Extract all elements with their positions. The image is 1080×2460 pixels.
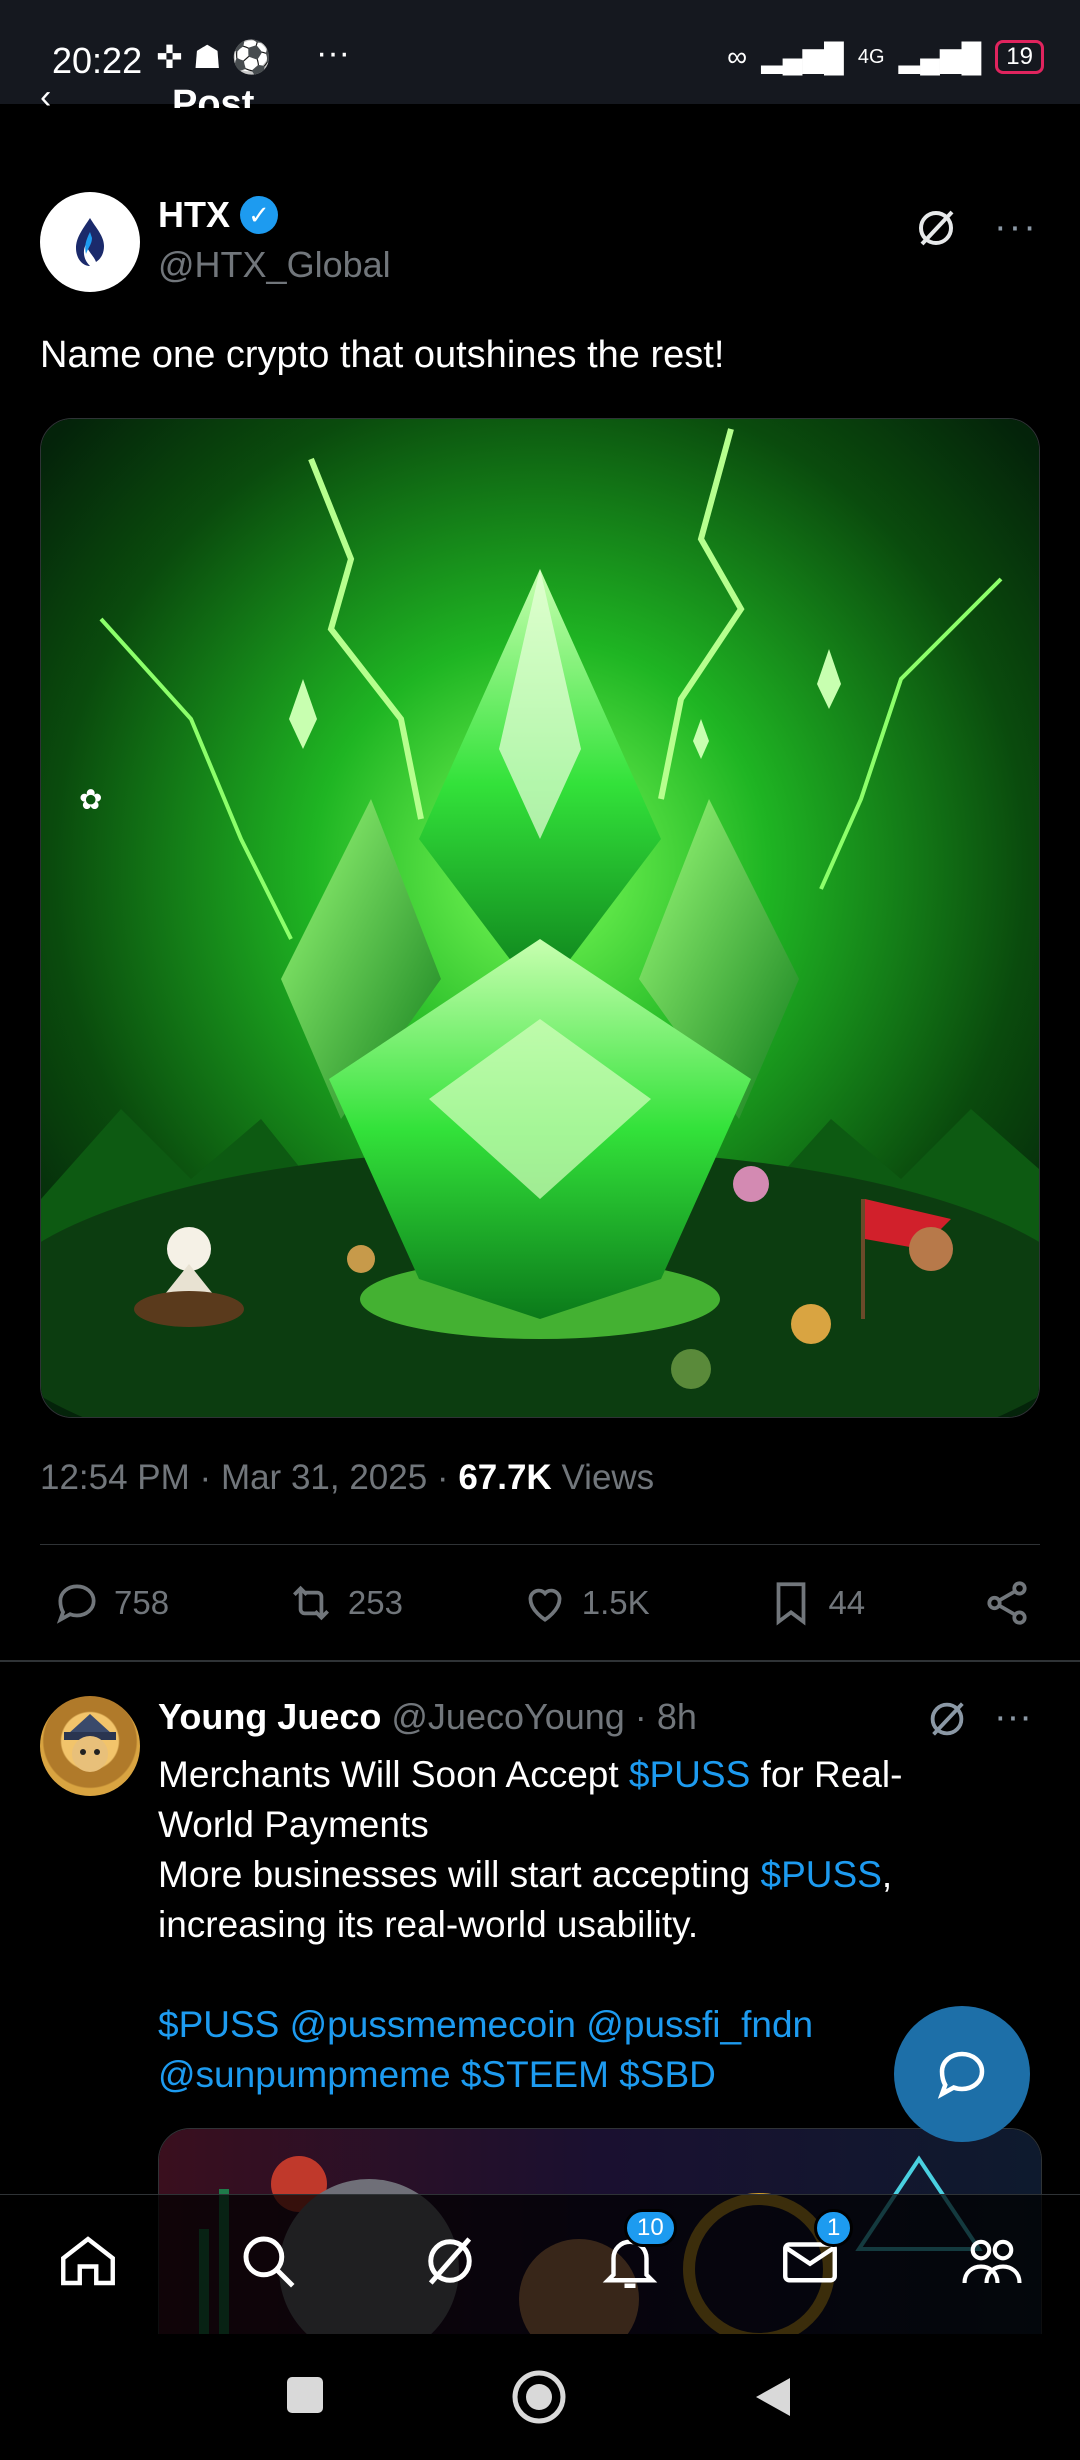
cashtag-link[interactable]: $STEEM xyxy=(461,2054,609,2095)
game-icon: ✜ xyxy=(156,39,193,75)
status-time: 20:22 xyxy=(52,40,143,81)
search-icon xyxy=(243,2236,295,2288)
compose-reply-button[interactable] xyxy=(894,2006,1030,2142)
mention-link[interactable]: @pussfi_fndn xyxy=(586,2004,813,2045)
cashtag-link[interactable]: $PUSS xyxy=(761,1854,882,1895)
reply-text: Merchants Will Soon Accept $PUSS for Rea… xyxy=(158,1750,998,2100)
heart-icon xyxy=(528,1588,562,1622)
battery-indicator: 19 xyxy=(995,40,1044,74)
bottom-navigation: 10 1 xyxy=(0,2194,1080,2335)
cashtag-link[interactable]: $PUSS xyxy=(629,1754,750,1795)
back-system-button[interactable] xyxy=(752,2374,794,2425)
divider xyxy=(0,1660,1080,1662)
avatar[interactable] xyxy=(40,192,140,292)
repost-icon xyxy=(292,1585,329,1621)
mention-link[interactable]: @pussmemecoin xyxy=(290,2004,576,2045)
repost-button[interactable]: 253 xyxy=(286,1578,403,1628)
grok-icon[interactable] xyxy=(912,204,960,252)
views-count: 67.7K xyxy=(458,1458,552,1497)
reply-author-handle[interactable]: @JuecoYoung xyxy=(391,1696,624,1737)
action-bar: 758 253 1.5K 44 xyxy=(52,1576,1032,1630)
meta-separator: · xyxy=(199,1458,212,1497)
square-icon xyxy=(287,2377,323,2413)
nav-messages[interactable]: 1 xyxy=(774,2209,854,2297)
status-right: ∞ ▂▄▆█ 4G ▂▄▆█ 19 xyxy=(727,40,1044,74)
reply-author-name[interactable]: Young Jueco xyxy=(158,1696,381,1737)
like-button[interactable]: 1.5K xyxy=(520,1578,650,1628)
system-navigation xyxy=(0,2334,1080,2460)
grok-icon xyxy=(428,2237,472,2285)
status-notification-icons: ✜☗⚽ xyxy=(156,38,281,76)
reply-button[interactable]: 758 xyxy=(52,1578,169,1628)
bookmark-button[interactable]: 44 xyxy=(766,1578,865,1628)
reply-header: Young Jueco @JuecoYoung · 8h xyxy=(158,1696,697,1738)
grok-icon[interactable] xyxy=(924,1696,970,1742)
reply-text-part: More businesses will start accepting xyxy=(158,1854,761,1895)
views-label[interactable]: Views xyxy=(561,1458,654,1497)
nav-communities[interactable] xyxy=(956,2225,1028,2297)
notifications-badge: 10 xyxy=(624,2209,677,2247)
page-title: Post xyxy=(172,83,255,108)
post-date: Mar 31, 2025 xyxy=(220,1458,428,1497)
recent-apps-button[interactable] xyxy=(284,2374,326,2421)
signal-icon-2: ▂▄▆█ xyxy=(898,41,982,73)
cat-avatar-icon xyxy=(64,1714,116,1772)
circle-icon xyxy=(512,2370,566,2424)
back-triangle-icon xyxy=(756,2378,790,2416)
nav-grok[interactable] xyxy=(414,2225,486,2297)
author-handle[interactable]: @HTX_Global xyxy=(158,244,391,286)
like-count: 1.5K xyxy=(581,1584,650,1621)
ghost-icon: ☗ xyxy=(192,39,232,75)
post-text: Name one crypto that outshines the rest! xyxy=(40,334,725,376)
reply-age: 8h xyxy=(656,1696,697,1737)
htx-logo-icon xyxy=(76,218,104,266)
reply-more-icon[interactable]: ··· xyxy=(994,1696,1032,1739)
messages-badge: 1 xyxy=(814,2209,854,2247)
cashtag-link[interactable]: $SBD xyxy=(619,2054,716,2095)
cashtag-link[interactable]: $PUSS xyxy=(158,2004,279,2045)
author-name[interactable]: HTX ✓ xyxy=(158,194,278,236)
network-type: 4G xyxy=(857,45,885,68)
share-button[interactable] xyxy=(982,1578,1032,1628)
mention-link[interactable]: @sunpumpmeme xyxy=(158,2054,451,2095)
more-options-icon[interactable]: ··· xyxy=(994,206,1038,249)
status-more-icon: ··· xyxy=(316,34,350,72)
reply-count: 758 xyxy=(114,1584,170,1621)
verified-icon: ✓ xyxy=(240,196,278,234)
communities-icon xyxy=(962,2239,1022,2284)
nav-notifications[interactable]: 10 xyxy=(594,2209,677,2297)
home-system-button[interactable] xyxy=(510,2368,568,2431)
share-icon xyxy=(987,1581,1027,1625)
bookmark-icon xyxy=(777,1582,806,1626)
home-icon xyxy=(61,2236,115,2286)
back-button[interactable]: ‹ xyxy=(40,78,51,117)
signal-icon: ▂▄▆█ xyxy=(761,41,844,73)
divider xyxy=(40,1544,1040,1545)
author-name-text: HTX xyxy=(158,194,230,235)
nav-search[interactable] xyxy=(232,2225,304,2297)
crystal-artwork: ✿ xyxy=(41,419,1039,1417)
post-time: 12:54 PM xyxy=(40,1458,190,1497)
reply-bubble-icon xyxy=(937,2051,985,2099)
hotspot-icon: ∞ xyxy=(727,41,748,72)
reply-separator: · xyxy=(634,1696,647,1737)
repost-count: 253 xyxy=(347,1584,403,1621)
soccer-ball-icon: ⚽ xyxy=(231,39,282,75)
nav-home[interactable] xyxy=(52,2225,124,2297)
reply-icon xyxy=(56,1584,96,1624)
reply-text-part: Merchants Will Soon Accept xyxy=(158,1754,629,1795)
meta-separator: · xyxy=(436,1458,449,1497)
bookmark-count: 44 xyxy=(828,1584,866,1621)
reply-avatar[interactable] xyxy=(40,1696,140,1796)
post-meta: 12:54 PM · Mar 31, 2025 · 67.7K Views xyxy=(40,1458,654,1498)
post-image[interactable]: ✿ xyxy=(40,418,1040,1418)
svg-text:✿: ✿ xyxy=(79,783,102,816)
